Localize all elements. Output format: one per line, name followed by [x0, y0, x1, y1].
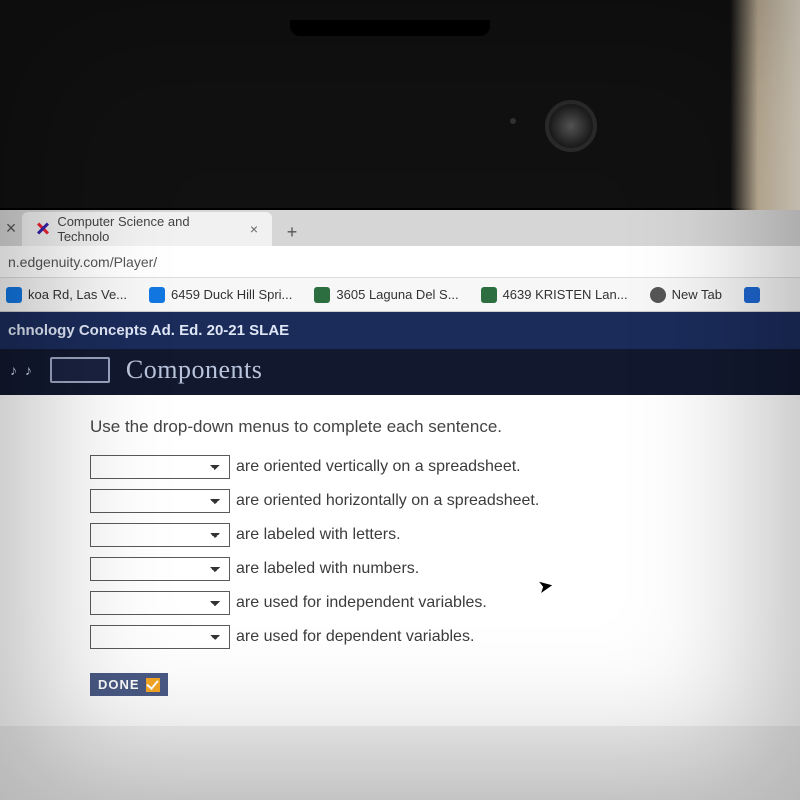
- done-label: DONE: [98, 677, 140, 692]
- close-tab-icon[interactable]: ×: [250, 221, 258, 237]
- sentence-text: are used for dependent variables.: [236, 628, 474, 646]
- bookmark-label: 4639 KRISTEN Lan...: [503, 287, 628, 302]
- edgenuity-favicon: [36, 222, 49, 236]
- course-header: chnology Concepts Ad. Ed. 20-21 SLAE: [0, 312, 800, 349]
- bookmark-label: 6459 Duck Hill Spri...: [171, 287, 292, 302]
- sentence-row: are used for dependent variables.: [90, 625, 778, 649]
- tab-strip: × Computer Science and Technolo × +: [0, 210, 800, 246]
- done-button[interactable]: DONE: [90, 673, 168, 696]
- lesson-title: Components: [126, 355, 262, 385]
- webcam: [545, 100, 597, 152]
- checkmark-icon: [146, 678, 160, 692]
- tab-title: Computer Science and Technolo: [57, 214, 236, 244]
- sentence-row: are oriented vertically on a spreadsheet…: [90, 455, 778, 479]
- activity-bar: ♪ ♪ Components: [0, 349, 800, 395]
- answer-dropdown-5[interactable]: [90, 591, 230, 615]
- bookmark-item[interactable]: 3605 Laguna Del S...: [314, 287, 458, 303]
- answer-dropdown-2[interactable]: [90, 489, 230, 513]
- answer-dropdown-4[interactable]: [90, 557, 230, 581]
- photo-background-band: [730, 0, 800, 210]
- answer-dropdown-3[interactable]: [90, 523, 230, 547]
- bookmark-icon-partial[interactable]: [744, 287, 760, 303]
- bookmark-item[interactable]: 4639 KRISTEN Lan...: [481, 287, 628, 303]
- browser-window: × Computer Science and Technolo × + n.ed…: [0, 210, 800, 800]
- sentence-text: are labeled with letters.: [236, 526, 401, 544]
- sentence-row: are oriented horizontally on a spreadshe…: [90, 489, 778, 513]
- webcam-led: [510, 118, 516, 124]
- bookmark-item[interactable]: New Tab: [650, 287, 722, 303]
- bookmarks-bar: koa Rd, Las Ve... 6459 Duck Hill Spri...…: [0, 278, 800, 312]
- bookmark-icon: [149, 287, 165, 303]
- laptop-notch: [290, 20, 490, 36]
- bookmark-icon: [481, 287, 497, 303]
- bookmark-icon: [314, 287, 330, 303]
- bookmark-label: koa Rd, Las Ve...: [28, 287, 127, 302]
- tab-active[interactable]: Computer Science and Technolo ×: [22, 212, 272, 246]
- sentence-text: are oriented horizontally on a spreadshe…: [236, 492, 539, 510]
- bookmark-item[interactable]: koa Rd, Las Ve...: [6, 287, 127, 303]
- previous-tab-close-icon[interactable]: ×: [0, 210, 22, 246]
- bookmark-item[interactable]: 6459 Duck Hill Spri...: [149, 287, 292, 303]
- globe-icon: [650, 287, 666, 303]
- sentence-text: are oriented vertically on a spreadsheet…: [236, 458, 521, 476]
- question-panel: Use the drop-down menus to complete each…: [0, 395, 800, 726]
- address-bar[interactable]: n.edgenuity.com/Player/: [0, 246, 800, 278]
- answer-dropdown-6[interactable]: [90, 625, 230, 649]
- sentence-text: are used for independent variables.: [236, 594, 487, 612]
- answer-dropdown-1[interactable]: [90, 455, 230, 479]
- bookmark-label: 3605 Laguna Del S...: [336, 287, 458, 302]
- course-title: chnology Concepts Ad. Ed. 20-21 SLAE: [8, 322, 289, 339]
- bookmark-label: New Tab: [672, 287, 722, 302]
- activity-box[interactable]: [50, 357, 110, 383]
- audio-icon[interactable]: ♪ ♪: [10, 362, 34, 378]
- instruction-text: Use the drop-down menus to complete each…: [90, 417, 778, 437]
- sentence-row: are labeled with numbers.: [90, 557, 778, 581]
- bookmark-icon: [6, 287, 22, 303]
- sentence-row: are used for independent variables.: [90, 591, 778, 615]
- sentence-row: are labeled with letters.: [90, 523, 778, 547]
- laptop-bezel: [0, 0, 800, 210]
- sentence-text: are labeled with numbers.: [236, 560, 419, 578]
- url-text: n.edgenuity.com/Player/: [8, 254, 157, 270]
- new-tab-button[interactable]: +: [278, 218, 306, 246]
